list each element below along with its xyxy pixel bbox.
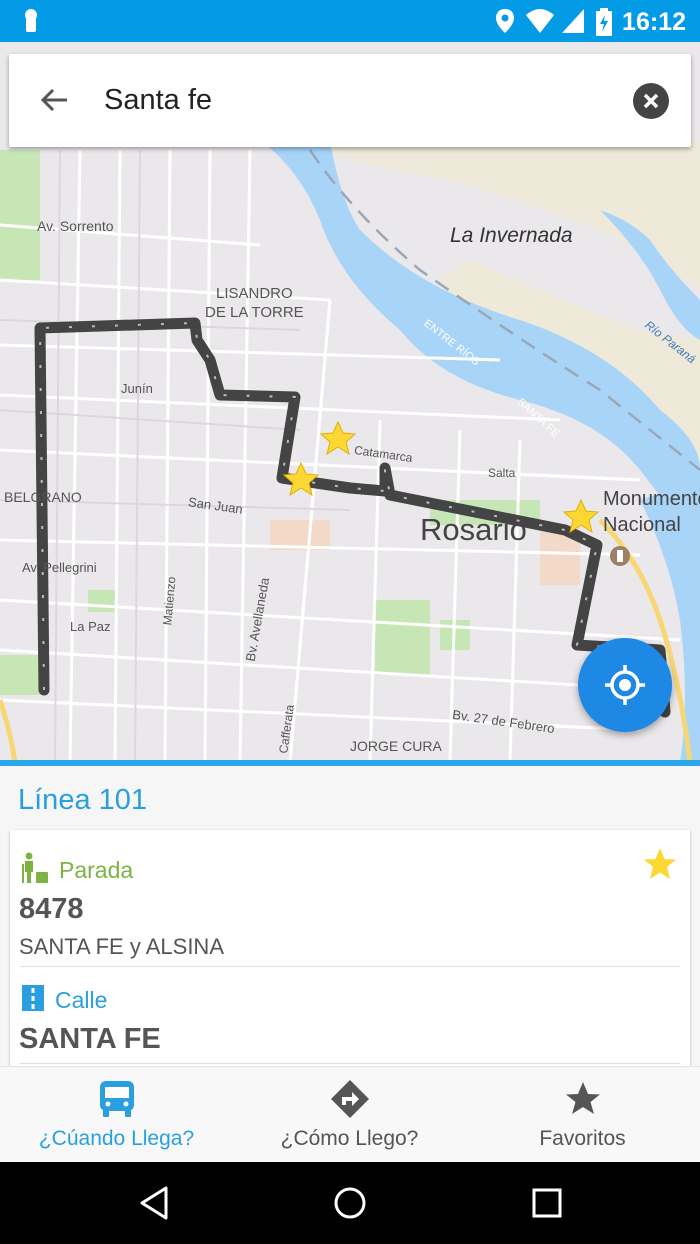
- bus-stop-icon: [22, 852, 48, 883]
- nav-label: ¿Cómo Llego?: [280, 1127, 419, 1150]
- star-icon: [565, 1082, 600, 1114]
- street-name: SANTA FE: [19, 1023, 161, 1055]
- close-icon: [643, 93, 659, 109]
- keyhole-icon: [25, 9, 37, 32]
- bus-icon: [99, 1081, 134, 1117]
- stop-label: Parada: [59, 857, 134, 883]
- street-label: Calle: [55, 987, 108, 1013]
- card-divider: [20, 966, 680, 967]
- card-divider-2: [20, 1063, 680, 1064]
- wifi-icon: [526, 9, 554, 33]
- nav-como-llego[interactable]: ¿Cómo Llego?: [233, 1067, 466, 1163]
- location-icon: [496, 9, 514, 33]
- stop-card[interactable]: Parada 8478 SANTA FE y ALSINA Calle SANT…: [10, 830, 690, 1070]
- status-bar: 16:12: [0, 0, 700, 42]
- bottom-navigation: ¿Cúando Llega? ¿Cómo Llego? Favoritos: [0, 1066, 700, 1163]
- my-location-button[interactable]: [578, 638, 672, 732]
- nav-favoritos[interactable]: Favoritos: [466, 1067, 699, 1163]
- stop-address: SANTA FE y ALSINA: [19, 934, 224, 959]
- stop-number: 8478: [19, 893, 84, 925]
- signal-icon: [562, 9, 584, 33]
- search-input[interactable]: Santa fe: [104, 84, 212, 117]
- clock: 16:12: [622, 8, 686, 36]
- directions-icon: [330, 1080, 369, 1118]
- map-label-la-paz: La Paz: [70, 619, 111, 634]
- road-icon: [22, 985, 44, 1011]
- back-arrow-icon[interactable]: [37, 82, 73, 118]
- favorite-star-icon[interactable]: [642, 846, 678, 882]
- battery-icon: [596, 8, 612, 36]
- map-label-rosario: Rosario: [420, 512, 527, 547]
- clear-search-button[interactable]: [633, 83, 669, 119]
- crosshair-icon: [605, 665, 645, 705]
- line-title: Línea 101: [18, 784, 148, 816]
- nav-label: Favoritos: [539, 1127, 626, 1150]
- map-label-monumento: Monumento Nacional: [603, 488, 700, 536]
- search-bar: Santa fe: [9, 54, 691, 147]
- line-details-panel: Línea 101 Parada 8478 SANTA FE y ALSINA …: [0, 766, 700, 1070]
- map-label-la-invernada: La Invernada: [450, 224, 573, 247]
- map-label-av-sorrento: Av. Sorrento: [37, 218, 114, 234]
- map-label-junin: Junín: [121, 381, 153, 396]
- back-icon[interactable]: [138, 1186, 170, 1220]
- recents-icon[interactable]: [532, 1188, 562, 1218]
- nav-cuando-llega[interactable]: ¿Cúando Llega?: [0, 1067, 233, 1163]
- map-label-lisandro: LISANDRO DE LA TORRE: [205, 285, 304, 321]
- map-label-jorge-cura: JORGE CURA: [350, 738, 442, 754]
- map-label-belgrano: BELGRANO: [4, 489, 82, 505]
- system-navigation-bar: [0, 1162, 700, 1244]
- map-label-av-pellegrini: Av. Pellegrini: [22, 560, 97, 575]
- home-icon[interactable]: [333, 1186, 367, 1220]
- nav-label: ¿Cúando Llega?: [38, 1127, 195, 1150]
- map-label-salta: Salta: [488, 466, 516, 480]
